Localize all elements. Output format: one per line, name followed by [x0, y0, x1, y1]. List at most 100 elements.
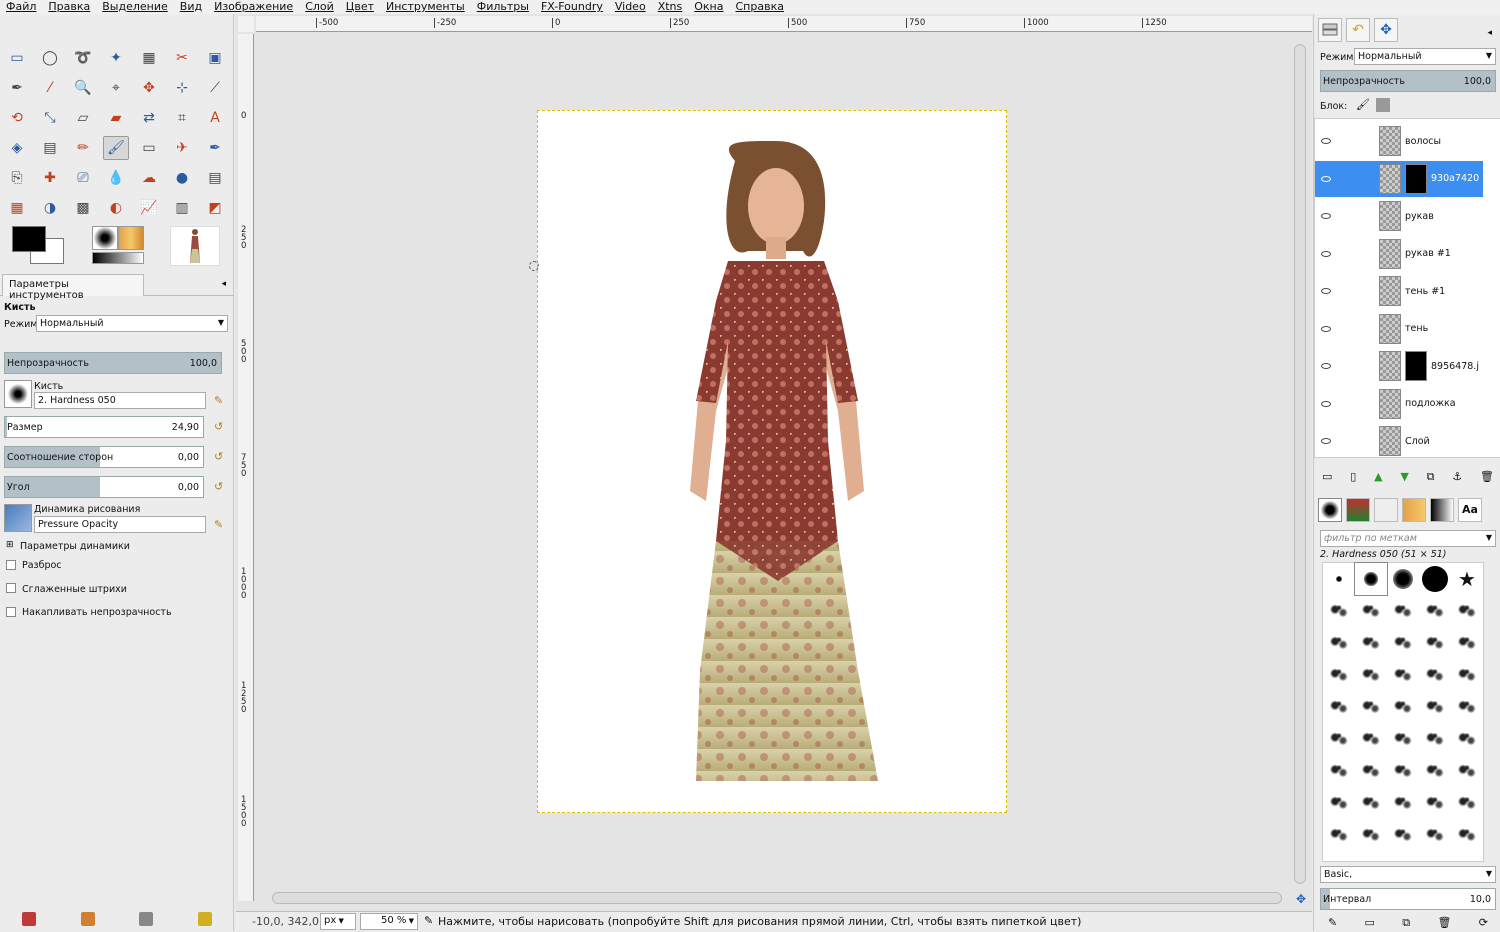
layer-mask-thumbnail[interactable] [1405, 351, 1427, 381]
threshold-tool-icon[interactable]: ◐ [103, 196, 129, 220]
menu-item[interactable]: Файл [6, 0, 36, 14]
horizontal-ruler[interactable]: -500 -250 0 250 500 750 1000 1250 [256, 16, 1312, 32]
brush-tip[interactable] [1355, 595, 1387, 627]
spacing-slider[interactable]: Интервал 10,0 [1320, 888, 1496, 910]
tab-menu-icon[interactable]: ◂ [221, 279, 226, 289]
restore-options-icon[interactable] [80, 912, 95, 926]
blend-tool-icon[interactable]: ▤ [37, 136, 63, 160]
layer-row[interactable]: тень [1315, 311, 1483, 347]
tab-undo-history[interactable]: ↶ [1346, 18, 1370, 42]
menu-item[interactable]: FX-Foundry [541, 0, 603, 14]
fuzzy-select-tool-icon[interactable]: ✦ [103, 46, 129, 70]
layer-row[interactable]: Слой [1315, 423, 1483, 459]
scissors-select-tool-icon[interactable]: ✂ [169, 46, 195, 70]
brush-preview[interactable] [92, 226, 118, 250]
zoom-select[interactable]: 50 % ▼ [360, 913, 418, 930]
brush-tip[interactable] [1451, 659, 1483, 691]
eraser-tool-icon[interactable]: ▭ [136, 136, 162, 160]
desaturate-tool-icon[interactable]: ◩ [202, 196, 228, 220]
crop-tool-icon[interactable]: ⟋ [202, 76, 228, 100]
brush-tip[interactable] [1355, 819, 1387, 851]
layer-name[interactable]: тень #1 [1405, 286, 1445, 297]
layer-name[interactable]: рукав [1405, 211, 1434, 222]
tab-fonts-icon[interactable] [1374, 498, 1398, 522]
perspective-tool-icon[interactable]: ▰ [103, 106, 129, 130]
pattern-preview[interactable] [118, 226, 144, 250]
navigate-icon[interactable]: ✥ [1296, 892, 1306, 906]
opacity-slider[interactable]: Непрозрачность 100,0 [4, 352, 222, 374]
foreground-color-swatch[interactable] [12, 226, 46, 252]
measure-tool-icon[interactable]: ⌖ [103, 76, 129, 100]
incremental-checkbox[interactable] [6, 607, 16, 617]
new-group-icon[interactable]: ▯ [1350, 470, 1356, 486]
pencil-tool-icon[interactable]: ✏ [70, 136, 96, 160]
ink-tool-icon[interactable]: ✒ [202, 136, 228, 160]
brush-tip[interactable] [1355, 627, 1387, 659]
brush-tip[interactable] [1419, 691, 1451, 723]
flip-tool-icon[interactable]: ⇄ [136, 106, 162, 130]
layer-name[interactable]: 930a7420 [1431, 173, 1479, 184]
menu-item[interactable]: Изображение [214, 0, 293, 14]
image-canvas[interactable] [529, 110, 1007, 813]
horizontal-scrollbar[interactable] [272, 892, 1282, 904]
brush-tip[interactable] [1387, 755, 1419, 787]
menu-item[interactable]: Вид [180, 0, 202, 14]
vertical-scrollbar[interactable] [1294, 44, 1306, 884]
shear-tool-icon[interactable]: ▱ [70, 106, 96, 130]
menu-item[interactable]: Цвет [346, 0, 374, 14]
brush-tip[interactable] [1323, 787, 1355, 819]
color-picker-tool-icon[interactable]: ⁄ [37, 76, 63, 100]
brush-tip[interactable] [1451, 787, 1483, 819]
menu-item[interactable]: Video [615, 0, 646, 14]
clone-tool-icon[interactable]: ⎘ [4, 166, 30, 190]
brush-tip[interactable] [1355, 755, 1387, 787]
aspect-ratio-slider[interactable]: Соотношение сторон 0,00 [4, 446, 204, 468]
layer-name[interactable]: 8956478.j [1431, 361, 1479, 372]
brush-tip[interactable]: ★ [1451, 563, 1483, 595]
eye-icon[interactable] [1321, 250, 1331, 257]
lock-pixels-icon[interactable]: 🖌 [1356, 98, 1370, 111]
eye-icon[interactable] [1321, 175, 1331, 182]
brush-name-field[interactable]: 2. Hardness 050 [34, 392, 206, 409]
brush-tip[interactable] [1323, 563, 1355, 595]
brush-tip[interactable] [1387, 659, 1419, 691]
brush-tip[interactable] [1387, 595, 1419, 627]
mode-select[interactable]: Нормальный ▼ [36, 315, 228, 332]
reset-aspect-icon[interactable]: ↺ [214, 450, 223, 463]
brush-tip[interactable] [1451, 627, 1483, 659]
brush-tip[interactable] [1451, 755, 1483, 787]
ruler-corner[interactable] [238, 16, 254, 32]
brush-tip[interactable] [1323, 595, 1355, 627]
new-layer-icon[interactable]: ▭ [1322, 470, 1332, 486]
layer-row[interactable]: волосы [1315, 123, 1483, 159]
cage-tool-icon[interactable]: ⌗ [169, 106, 195, 130]
tab-palettes[interactable] [1430, 498, 1454, 522]
tab-gradients[interactable] [1402, 498, 1426, 522]
perspective-clone-tool-icon[interactable]: ⎚ [70, 166, 96, 190]
brush-tip[interactable] [1387, 787, 1419, 819]
brush-tip[interactable] [1323, 659, 1355, 691]
brush-tip[interactable] [1355, 723, 1387, 755]
refresh-brushes-icon[interactable]: ⟳ [1479, 916, 1488, 930]
menu-item[interactable]: Инструменты [386, 0, 465, 14]
brush-tip[interactable] [1355, 691, 1387, 723]
tab-tool-options[interactable]: Параметры инструментов [2, 274, 144, 301]
reset-size-icon[interactable]: ↺ [214, 420, 223, 433]
align-tool-icon[interactable]: ⊹ [169, 76, 195, 100]
foreground-select-tool-icon[interactable]: ▣ [202, 46, 228, 70]
dynamics-options-label[interactable]: Параметры динамики [20, 541, 130, 552]
menu-item[interactable]: Окна [694, 0, 723, 14]
brush-tip[interactable] [1387, 819, 1419, 851]
new-brush-icon[interactable]: ▭ [1365, 916, 1375, 930]
duplicate-brush-icon[interactable]: ⧉ [1402, 916, 1410, 930]
brush-tip[interactable] [1387, 627, 1419, 659]
size-slider[interactable]: Размер 24,90 [4, 416, 204, 438]
eye-icon[interactable] [1321, 438, 1331, 444]
airbrush-tool-icon[interactable]: ✈ [169, 136, 195, 160]
brush-tip[interactable] [1387, 691, 1419, 723]
brush-tip[interactable] [1419, 723, 1451, 755]
brush-tip[interactable] [1451, 691, 1483, 723]
dodge-burn-tool-icon[interactable]: ● [169, 166, 195, 190]
anchor-layer-icon[interactable]: ⚓ [1452, 470, 1462, 486]
eye-icon[interactable] [1321, 213, 1331, 219]
